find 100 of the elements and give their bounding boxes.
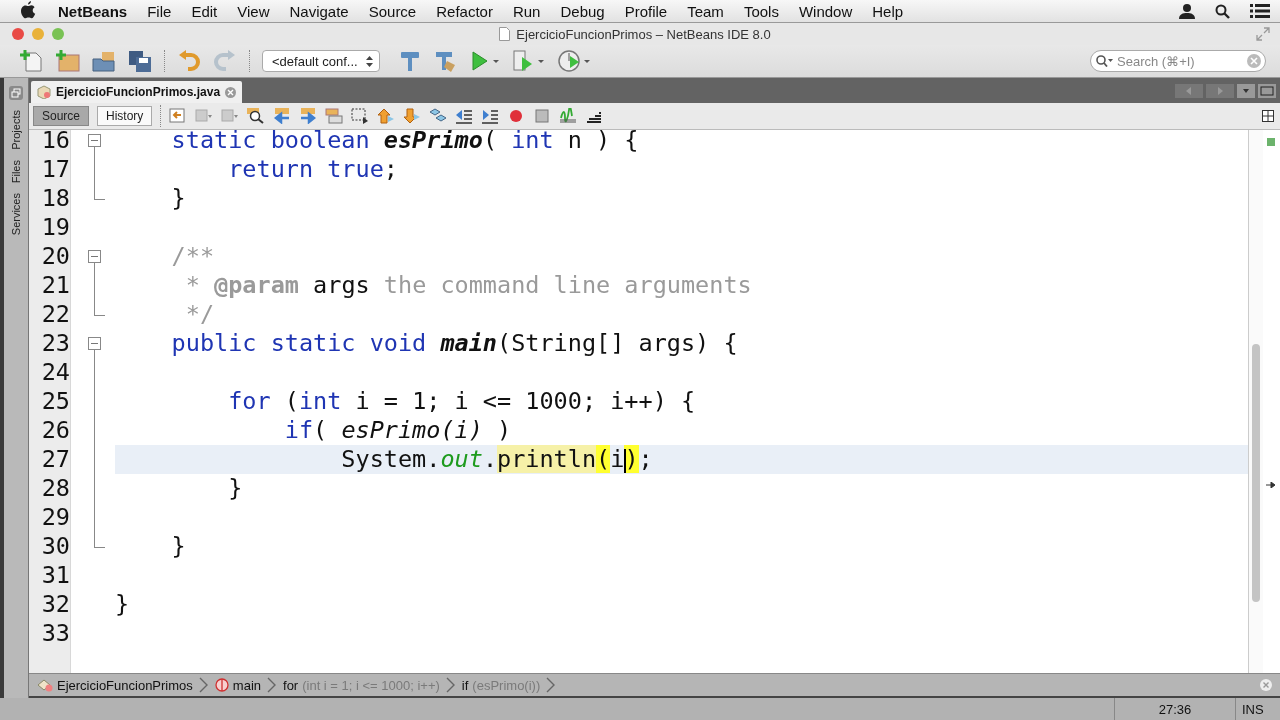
profile-icon[interactable] [557, 49, 592, 73]
view-tab[interactable]: History [97, 106, 153, 126]
magnifier-icon[interactable] [247, 108, 266, 124]
line-number: 28 [40, 474, 71, 503]
new-file-icon[interactable] [20, 49, 44, 73]
run-icon[interactable] [469, 49, 500, 73]
left-arrow-icon[interactable] [273, 108, 292, 124]
cursor-position: 27:36 [1114, 698, 1235, 720]
dropdown-icon[interactable] [1237, 83, 1255, 98]
code-line: } [170, 532, 186, 561]
configuration-dropdown[interactable]: <default conf... [262, 50, 380, 72]
collapse-icon[interactable] [88, 250, 101, 263]
breadcrumb-item[interactable]: if (esPrimo(i)) [461, 677, 541, 693]
line-number: 32 [40, 590, 71, 619]
up-arrow-icon[interactable] [377, 108, 396, 124]
list-icon[interactable] [1250, 3, 1270, 19]
zoom-button[interactable] [52, 28, 64, 40]
chevron-icon [198, 677, 209, 693]
line-number: 26 [40, 416, 71, 445]
search-icon [1096, 55, 1114, 67]
menu-item[interactable]: Refactor [436, 2, 493, 20]
left-caret-icon[interactable] [1175, 83, 1203, 98]
down-arrow-icon[interactable] [403, 108, 422, 124]
menu-item[interactable]: Tools [743, 2, 779, 20]
side-tab[interactable]: Services [10, 193, 22, 236]
line-number: 23 [40, 329, 71, 358]
view-tab[interactable]: Source [33, 106, 90, 126]
right-arrow-icon[interactable] [299, 108, 318, 124]
chevron-icon [445, 677, 456, 693]
breadcrumb-item[interactable]: main [214, 677, 261, 693]
chevron-icon [546, 677, 557, 693]
restore-icon[interactable] [9, 86, 23, 100]
clear-icon[interactable] [1247, 54, 1261, 68]
code-line: * @param args the command line arguments [184, 271, 752, 300]
menu-item[interactable]: Edit [191, 2, 218, 20]
line-number: 19 [40, 213, 71, 242]
minimize-button[interactable] [32, 28, 44, 40]
code-line: /** [170, 242, 215, 271]
app-menu[interactable]: NetBeans [58, 2, 128, 20]
user-icon[interactable] [1179, 3, 1195, 19]
close-icon[interactable] [1260, 679, 1272, 691]
code-line: } [115, 590, 130, 619]
side-tab[interactable]: Files [10, 159, 22, 183]
collapse-icon[interactable] [88, 337, 101, 350]
side-tab[interactable]: Projects [10, 110, 22, 150]
code-line: return true; [227, 155, 398, 184]
debug-icon[interactable] [511, 49, 546, 73]
menu-item[interactable]: Window [798, 2, 853, 20]
line-number: 17 [40, 155, 71, 184]
code-line: } [170, 184, 186, 213]
collapse-icon[interactable] [88, 134, 101, 147]
code-line: for (int i = 1; i <= 1000; i++) { [227, 387, 696, 416]
menu-item[interactable]: Source [368, 2, 417, 20]
line-number: 18 [40, 184, 71, 213]
line-number: 33 [40, 619, 71, 648]
menu-item[interactable]: Team [687, 2, 724, 20]
close-icon[interactable] [225, 86, 237, 98]
breadcrumb-item[interactable]: EjercicioFuncionPrimos [37, 677, 193, 693]
method-icon [214, 678, 229, 692]
window-title: EjercicioFuncionPrimos – NetBeans IDE 8.0 [516, 26, 771, 42]
line-number: 31 [40, 561, 71, 590]
wave-icon[interactable] [559, 108, 578, 124]
fullscreen-icon[interactable] [1256, 27, 1270, 41]
save-all-icon[interactable] [128, 49, 152, 73]
stop-icon[interactable] [533, 108, 552, 124]
code-line: public static void main(String[] args) { [170, 329, 738, 358]
menu-item[interactable]: Help [872, 2, 904, 20]
shapes-icon[interactable] [429, 108, 448, 124]
line-number: 27 [40, 445, 71, 474]
menu-item[interactable]: View [237, 2, 270, 20]
insert-mode: INS [1235, 698, 1280, 720]
editor-tab[interactable]: EjercicioFuncionPrimos.java [31, 81, 243, 103]
menu-item[interactable]: Navigate [289, 2, 349, 20]
shift-right-icon[interactable] [481, 108, 500, 124]
class-icon [37, 678, 53, 692]
maximize-icon[interactable] [1258, 83, 1276, 98]
java-file-icon [37, 85, 51, 99]
back-icon[interactable] [169, 108, 188, 124]
menu-item[interactable]: Debug [560, 2, 605, 20]
menu-item[interactable]: Profile [624, 2, 668, 20]
stack-icon[interactable] [325, 108, 344, 124]
hammer-brush-icon[interactable] [433, 49, 458, 73]
menu-item[interactable]: File [147, 2, 172, 20]
line-number: 21 [40, 271, 71, 300]
split-icon[interactable] [1262, 110, 1274, 122]
folder-icon[interactable] [92, 49, 116, 73]
right-caret-icon[interactable] [1206, 83, 1234, 98]
code-line: System.out.println(i); [340, 445, 653, 474]
search-field[interactable]: Search (⌘+I) [1090, 50, 1266, 72]
undo-icon[interactable] [177, 49, 201, 73]
selection-icon[interactable] [351, 108, 370, 124]
code-line: */ [184, 300, 215, 329]
scrollbar-thumb[interactable] [1252, 344, 1260, 602]
shift-left-icon[interactable] [455, 108, 474, 124]
close-button[interactable] [12, 28, 24, 40]
apple-icon[interactable] [20, 1, 36, 19]
menu-item[interactable]: Run [512, 2, 541, 20]
line-number: 25 [40, 387, 71, 416]
new-project-icon[interactable] [56, 49, 80, 73]
search-icon[interactable] [1215, 3, 1230, 19]
